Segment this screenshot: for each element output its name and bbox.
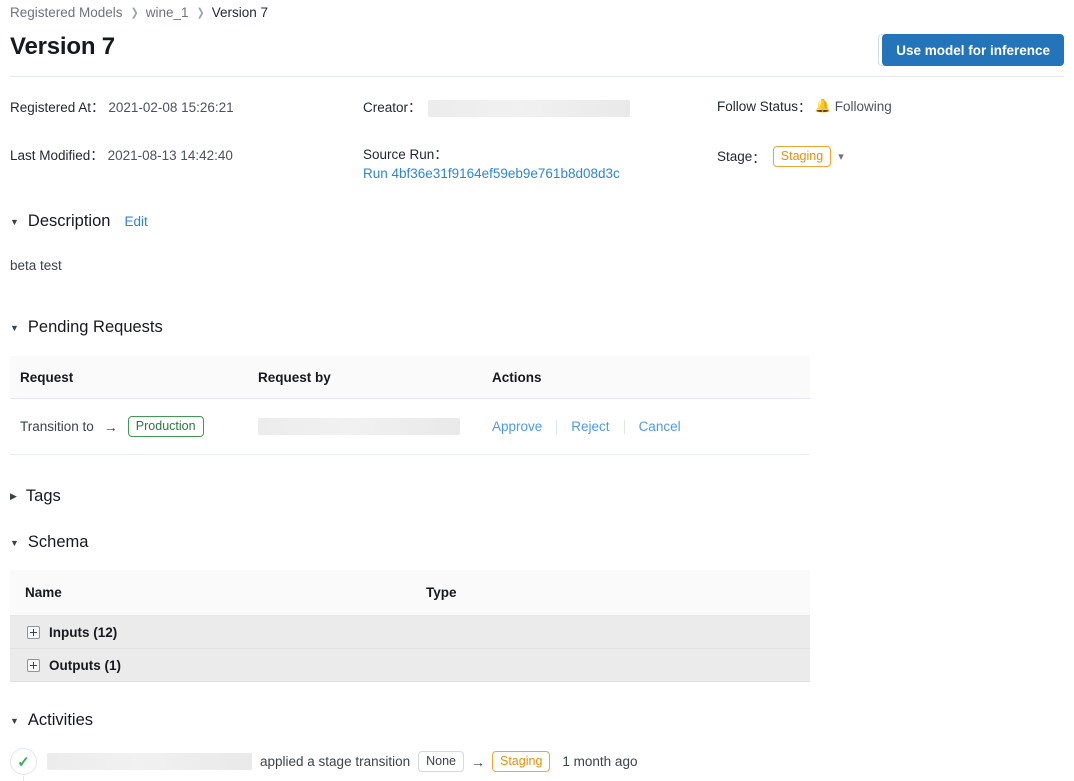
page-header: Version 7 Use model for inference [0,28,1074,74]
source-run-field: Source Run： Run 4bf36e31f9164ef59eb9e761… [363,143,630,181]
section-header-activities[interactable]: ▼ Activities [10,711,93,730]
expand-outputs-icon[interactable] [27,658,40,672]
table-header-row: Request Request by Actions [10,356,810,399]
schema-table: Name Type Inputs (12) Outputs (1) [10,570,810,682]
section-header-tags[interactable]: ▶ Tags [10,487,61,506]
stage-badge[interactable]: Staging [772,146,832,167]
column-header-name: Name [25,585,62,600]
expand-inputs-icon[interactable] [27,625,40,639]
caret-down-icon: ▼ [10,715,19,726]
activity-from-stage-badge: None [418,751,464,772]
pending-requests-table: Request Request by Actions Transition to… [10,356,810,455]
caret-down-icon: ▼ [10,322,19,333]
table-row: Transition to → Production Approve Rejec… [10,399,810,455]
creator-value-redacted [427,99,630,117]
label-colon: ： [434,146,448,162]
creator-field: Creator： [363,96,630,117]
activity-entry: ✓ applied a stage transition None → Stag… [10,748,637,775]
schema-row-inputs[interactable]: Inputs (12) [10,616,810,649]
registered-at-field: Registered At： 2021-02-08 15:26:21 [10,96,234,116]
last-modified-label: Last Modified [10,148,91,163]
stage-field: Stage： Staging ▾ [717,146,892,167]
request-by-cell [258,418,492,435]
follow-status-value: Following [834,98,892,114]
source-run-label: Source Run [363,146,435,162]
request-prefix: Transition to [20,419,94,434]
source-run-link[interactable]: Run 4bf36e31f9164ef59eb9e761b8d08d3c [363,166,630,181]
column-header-request: Request [20,369,74,385]
label-colon: ： [408,100,422,115]
follow-status-label: Follow Status [717,98,799,114]
last-modified-value: 2021-08-13 14:42:40 [107,148,233,163]
breadcrumb-item-registered-models[interactable]: Registered Models [10,5,123,20]
edit-description-link[interactable]: Edit [124,214,147,229]
row-actions: Approve Reject Cancel [492,419,810,434]
section-header-schema[interactable]: ▼ Schema [10,533,88,552]
stage-label: Stage [717,149,753,164]
breadcrumb-separator-icon: ❯ [130,7,139,19]
description-body: beta test [10,258,62,273]
section-title-pending-requests: Pending Requests [27,318,163,336]
registered-at-label: Registered At [10,100,92,115]
caret-down-icon: ▼ [10,216,19,227]
activity-to-stage-badge: Staging [492,751,551,772]
reject-link[interactable]: Reject [571,419,609,434]
caret-right-icon: ▶ [10,491,17,501]
approve-link[interactable]: Approve [492,419,542,434]
schema-row-outputs[interactable]: Outputs (1) [10,649,810,682]
column-header-request-by: Request by [258,369,331,385]
breadcrumb-item-model[interactable]: wine_1 [146,5,189,20]
activity-timeline-connector [23,776,24,781]
last-modified-field: Last Modified： 2021-08-13 14:42:40 [10,144,234,164]
header-divider [10,76,1064,77]
follow-status-field: Follow Status： 🔔 Following [717,96,892,116]
arrow-right-icon: → [103,418,118,435]
check-icon: ✓ [10,748,37,775]
label-colon: ： [90,148,104,163]
section-header-pending-requests[interactable]: ▼ Pending Requests [10,318,163,337]
column-header-actions: Actions [492,369,542,385]
section-title-tags: Tags [25,487,61,505]
metadata-column-source: Creator： Source Run： Run 4bf36e31f9164ef… [363,96,630,201]
cancel-link[interactable]: Cancel [639,419,681,434]
registered-at-value: 2021-02-08 15:26:21 [108,100,234,115]
model-version-page: Registered Models ❯ wine_1 ❯ Version 7 V… [0,0,1074,781]
section-header-description[interactable]: ▼ Description Edit [10,212,148,231]
column-header-type: Type [426,585,457,600]
breadcrumb-item-version: Version 7 [211,5,269,20]
caret-down-icon: ▼ [10,537,19,548]
metadata-column-status: Follow Status： 🔔 Following Stage： Stagin… [717,96,892,187]
metadata-column-dates: Registered At： 2021-02-08 15:26:21 Last … [10,96,234,184]
label-colon: ： [798,100,812,115]
table-header-row: Name Type [10,570,810,616]
schema-row-label: Outputs (1) [49,657,121,673]
label-colon: ： [752,150,766,166]
action-separator [556,419,558,434]
arrow-right-icon: → [471,753,485,770]
activity-timestamp: 1 month ago [562,754,638,769]
label-colon: ： [91,100,105,115]
schema-row-label: Inputs (12) [49,624,118,640]
breadcrumb: Registered Models ❯ wine_1 ❯ Version 7 [10,5,268,20]
use-model-for-inference-button[interactable]: Use model for inference [882,34,1064,66]
page-title: Version 7 [10,33,115,60]
creator-label: Creator [363,100,409,115]
chevron-down-icon[interactable]: ▾ [838,150,844,163]
request-by-redacted [258,418,460,435]
action-separator [623,419,625,434]
section-title-description: Description [27,212,111,230]
request-cell: Transition to → Production [20,416,258,437]
request-target-stage-badge: Production [127,416,204,437]
breadcrumb-separator-icon: ❯ [196,7,205,19]
section-title-schema: Schema [27,533,89,551]
activity-actor-redacted [47,753,252,770]
section-title-activities: Activities [27,711,94,729]
bell-icon: 🔔 [814,98,831,113]
activity-text: applied a stage transition [260,754,411,769]
